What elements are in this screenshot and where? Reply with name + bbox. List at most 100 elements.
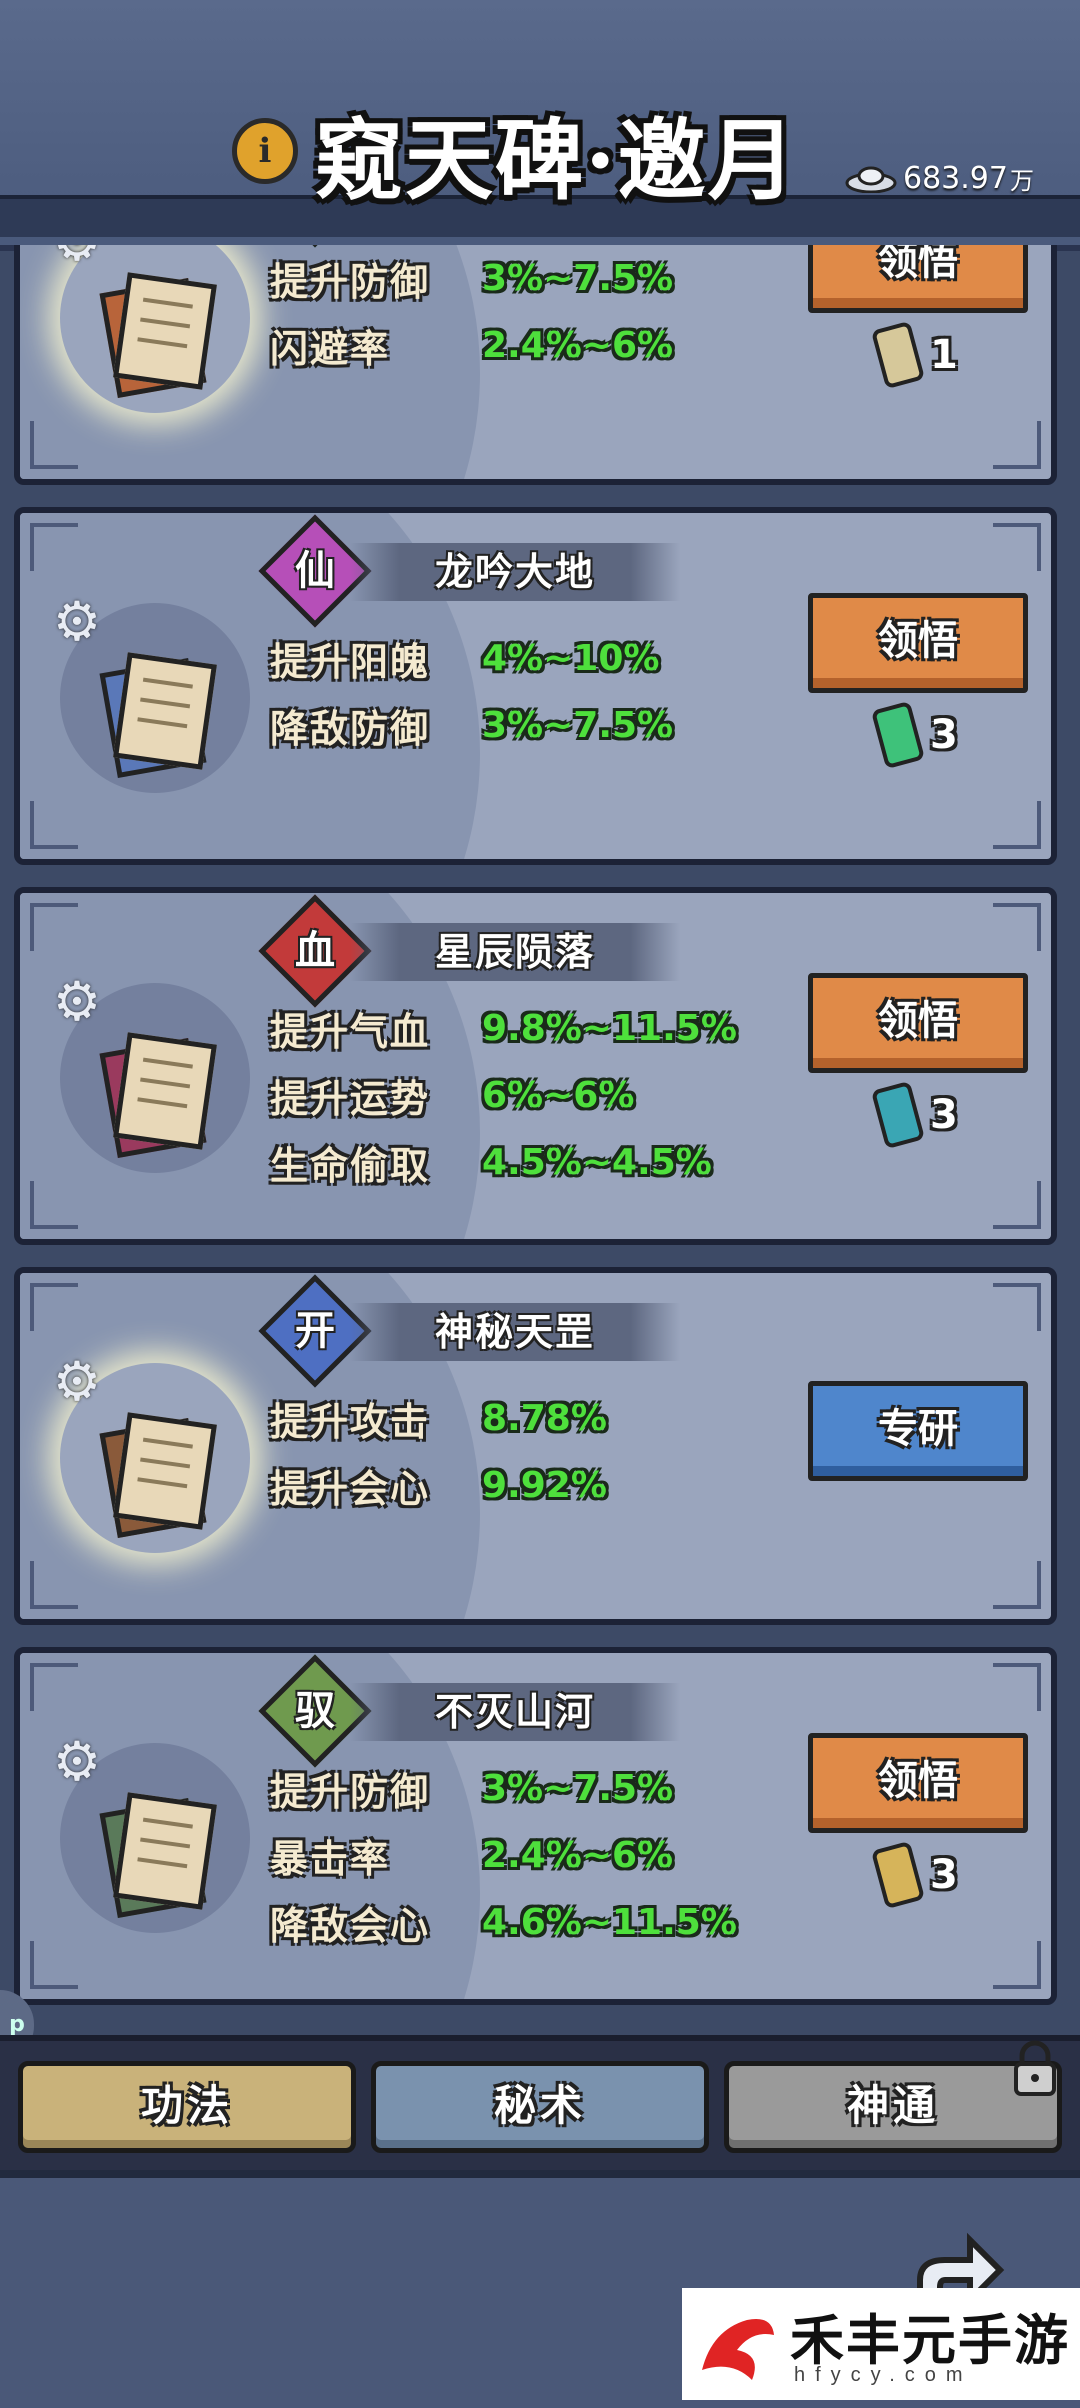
comprehend-button[interactable]: 领悟 bbox=[808, 1733, 1028, 1833]
scroll-line bbox=[137, 717, 188, 729]
stat-label: 提升阳魄 bbox=[270, 638, 431, 684]
info-icon[interactable]: i bbox=[232, 118, 298, 184]
cost-amount: 3 bbox=[930, 1092, 958, 1138]
scroll-line bbox=[140, 697, 191, 709]
stat-row: 提升防御 3%~7.5% bbox=[270, 248, 673, 308]
scroll-line bbox=[140, 1077, 191, 1089]
stat-label: 闪避率 bbox=[270, 325, 391, 371]
skill-card: ⚙ 开 神秘天罡 提升攻击 8.78% 提升会心 9.92% 专研 bbox=[14, 1267, 1057, 1625]
corner-ornament bbox=[30, 1941, 78, 1989]
skill-name: 不灭山河 bbox=[434, 1689, 595, 1734]
stat-value: 8.78% bbox=[482, 1397, 607, 1439]
corner-ornament bbox=[30, 903, 78, 951]
corner-ornament bbox=[30, 1181, 78, 1229]
corner-ornament bbox=[30, 421, 78, 469]
stat-label: 提升会心 bbox=[270, 1465, 431, 1511]
scroll-line bbox=[137, 1097, 188, 1109]
skill-name: 神秘天罡 bbox=[434, 1309, 595, 1354]
scroll-icon bbox=[113, 272, 217, 390]
scroll-token-icon bbox=[870, 1840, 926, 1910]
skill-card: ⚙血地裂天崩 提升防御 3%~7.5% 闪避率 2.4%~6% 领悟 1 bbox=[14, 245, 1057, 485]
scroll-icon bbox=[113, 1032, 217, 1150]
stat-row: 提升攻击 8.78% bbox=[270, 1388, 607, 1448]
watermark-logo-icon bbox=[702, 2319, 774, 2380]
stat-row: 提升阳魄 4%~10% bbox=[270, 628, 659, 688]
stat-value: 6%~6% bbox=[482, 1074, 635, 1116]
stat-value: 3%~7.5% bbox=[482, 1767, 674, 1809]
rank-badge-char: 驭 bbox=[295, 1687, 335, 1734]
stat-label: 提升攻击 bbox=[270, 1398, 431, 1444]
corner-ornament bbox=[993, 1283, 1041, 1331]
gear-icon[interactable]: ⚙ bbox=[48, 245, 106, 271]
skill-card: ⚙ 驭 不灭山河 提升防御 3%~7.5% 暴击率 2.4%~6% 降敌会心 4.6… bbox=[14, 1647, 1057, 2005]
stat-row: 降敌会心 4.6%~11.5% bbox=[270, 1892, 737, 1952]
corner-ornament bbox=[30, 1663, 78, 1711]
gear-icon[interactable]: ⚙ bbox=[48, 973, 106, 1031]
stat-label: 提升防御 bbox=[270, 258, 431, 304]
stat-row: 提升运势 6%~6% bbox=[270, 1065, 634, 1125]
scroll-line bbox=[142, 1817, 193, 1829]
stat-row: 闪避率 2.4%~6% bbox=[270, 315, 673, 375]
cost-amount: 1 bbox=[930, 332, 958, 378]
skill-name: 龙吟大地 bbox=[434, 549, 595, 594]
corner-ornament bbox=[30, 523, 78, 571]
tab-mishu[interactable]: 秘术 bbox=[371, 2061, 709, 2153]
page-title: 窥天碑·邀月 bbox=[315, 108, 798, 212]
comprehend-button[interactable]: 领悟 bbox=[808, 973, 1028, 1073]
scroll-line bbox=[140, 317, 191, 329]
stat-row: 提升防御 3%~7.5% bbox=[270, 1758, 673, 1818]
skill-list[interactable]: ⚙血地裂天崩 提升防御 3%~7.5% 闪避率 2.4%~6% 领悟 1 bbox=[0, 245, 1080, 2035]
watermark-domain: hfycy.com bbox=[794, 2364, 973, 2386]
rank-badge-char: 仙 bbox=[295, 547, 335, 594]
scroll-line bbox=[140, 1837, 191, 1849]
gear-icon[interactable]: ⚙ bbox=[48, 593, 106, 651]
rank-badge-char: 血 bbox=[295, 927, 335, 974]
comprehend-button[interactable]: 领悟 bbox=[808, 245, 1028, 313]
scroll-token-icon bbox=[870, 1080, 926, 1150]
scroll-icon bbox=[113, 652, 217, 770]
corner-ornament bbox=[993, 1941, 1041, 1989]
cost-display: 3 bbox=[870, 700, 958, 770]
scroll-line bbox=[142, 1057, 193, 1069]
stat-label: 提升防御 bbox=[270, 1768, 431, 1814]
scroll-line bbox=[140, 1457, 191, 1469]
stat-value: 9.8%~11.5% bbox=[482, 1007, 737, 1049]
stat-value: 9.92% bbox=[482, 1464, 607, 1506]
header-bar: i 窥天碑·邀月 683.97 万 bbox=[0, 0, 1080, 251]
skill-name: 星辰陨落 bbox=[434, 929, 595, 974]
corner-ornament bbox=[993, 421, 1041, 469]
stat-label: 提升运势 bbox=[270, 1075, 431, 1121]
corner-ornament bbox=[993, 1663, 1041, 1711]
research-button[interactable]: 专研 bbox=[808, 1381, 1028, 1481]
currency-unit: 万 bbox=[1009, 166, 1034, 195]
stat-value: 4.5%~4.5% bbox=[482, 1141, 712, 1183]
corner-ornament bbox=[993, 1181, 1041, 1229]
gear-icon[interactable]: ⚙ bbox=[48, 1733, 106, 1791]
stat-row: 生命偷取 4.5%~4.5% bbox=[270, 1132, 712, 1192]
scroll-line bbox=[142, 677, 193, 689]
stat-label: 暴击率 bbox=[270, 1835, 391, 1881]
scroll-line bbox=[142, 297, 193, 309]
skill-card: ⚙ 血 星辰陨落 提升气血 9.8%~11.5% 提升运势 6%~6% 生命偷取 4… bbox=[14, 887, 1057, 1245]
stat-label: 提升气血 bbox=[270, 1008, 431, 1054]
stat-value: 4%~10% bbox=[482, 637, 660, 679]
scroll-line bbox=[142, 1437, 193, 1449]
cost-display: 1 bbox=[870, 320, 958, 390]
skill-card: ⚙ 仙 龙吟大地 提升阳魄 4%~10% 降敌防御 3%~7.5% 领悟 3 bbox=[14, 507, 1057, 865]
stat-row: 提升气血 9.8%~11.5% bbox=[270, 998, 737, 1058]
stat-value: 2.4%~6% bbox=[482, 1834, 674, 1876]
comprehend-button[interactable]: 领悟 bbox=[808, 593, 1028, 693]
stat-value: 3%~7.5% bbox=[482, 704, 674, 746]
currency-display: 683.97 万 bbox=[845, 158, 1034, 198]
rank-badge-char: 开 bbox=[295, 1307, 335, 1354]
stat-value: 2.4%~6% bbox=[482, 324, 674, 366]
watermark: 禾丰元手游 hfycy.com bbox=[682, 2288, 1080, 2400]
stat-label: 降敌会心 bbox=[270, 1902, 431, 1948]
tab-bar: 功法 秘术 神通 bbox=[0, 2035, 1080, 2176]
cost-amount: 3 bbox=[930, 712, 958, 758]
scroll-line bbox=[137, 337, 188, 349]
gear-icon[interactable]: ⚙ bbox=[48, 1353, 106, 1411]
corner-ornament bbox=[30, 801, 78, 849]
corner-ornament bbox=[993, 1561, 1041, 1609]
tab-gongfa[interactable]: 功法 bbox=[18, 2061, 356, 2153]
